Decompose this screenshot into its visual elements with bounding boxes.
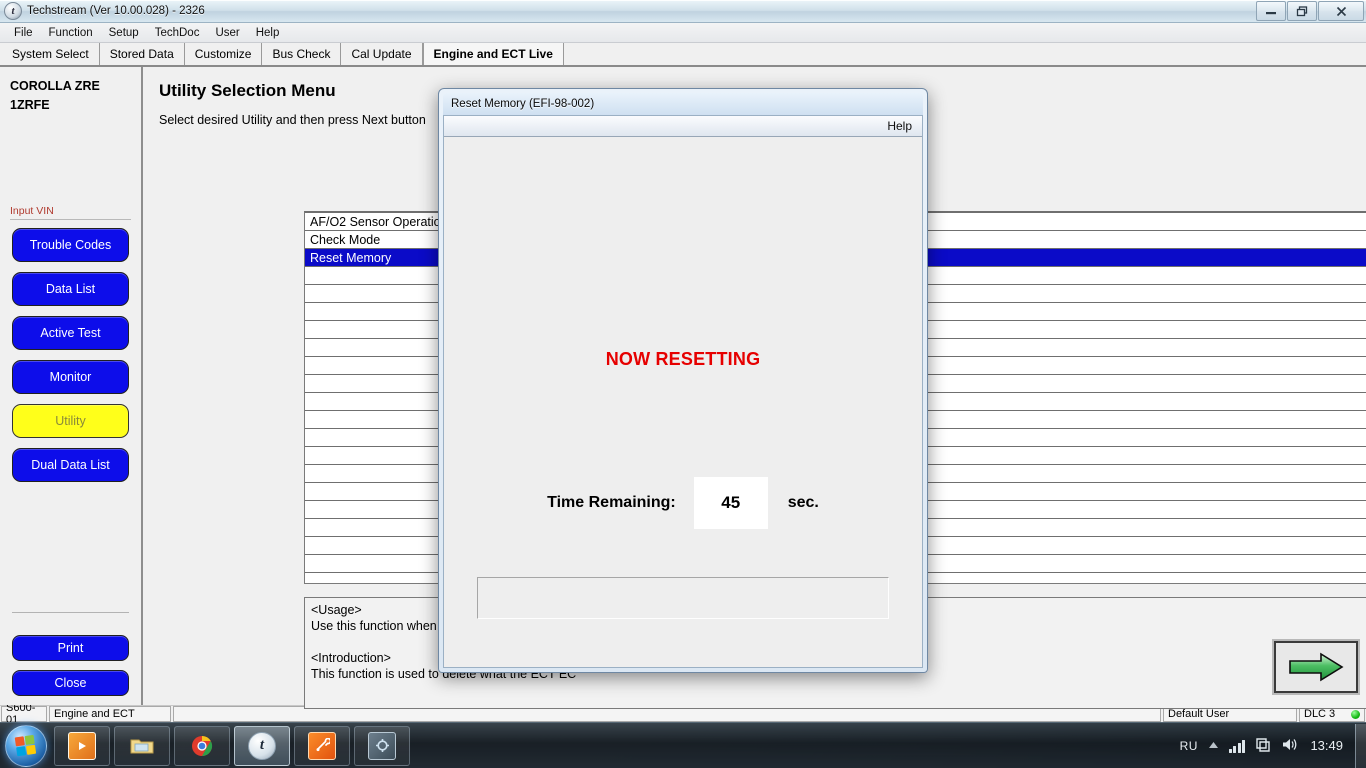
taskbar-item-media-player[interactable] <box>54 725 110 766</box>
sidebar-button-print[interactable]: Print <box>12 635 129 661</box>
time-remaining-label: Time Remaining: <box>547 494 676 511</box>
sidebar-divider <box>12 612 129 613</box>
sidebar-button-dual-data-list[interactable]: Dual Data List <box>12 448 129 482</box>
close-button[interactable] <box>1318 1 1364 21</box>
dialog-help-link[interactable]: Help <box>887 119 912 133</box>
show-desktop-button[interactable] <box>1355 723 1366 768</box>
menu-item-function[interactable]: Function <box>41 26 101 40</box>
time-remaining-unit: sec. <box>787 494 819 511</box>
tab-bus-check[interactable]: Bus Check <box>262 43 342 65</box>
tab-customize[interactable]: Customize <box>184 43 263 65</box>
dialog-body: NOW RESETTING Time Remaining: 45 sec. <box>444 137 922 667</box>
signal-bars-icon[interactable] <box>1228 739 1246 753</box>
next-button[interactable] <box>1274 641 1358 693</box>
blue-tool-icon <box>368 731 396 760</box>
vehicle-model-line2: 1ZRFE <box>10 98 50 112</box>
sidebar-button-active-test[interactable]: Active Test <box>12 316 129 350</box>
taskbar-item-orange-tool[interactable] <box>294 725 350 766</box>
tab-cal-update[interactable]: Cal Update <box>341 43 423 65</box>
dialog-inner-panel: Help NOW RESETTING Time Remaining: 45 se… <box>443 115 923 668</box>
chrome-icon <box>189 733 215 759</box>
window-controls <box>1256 1 1364 21</box>
restore-button[interactable] <box>1287 1 1317 21</box>
orange-tool-icon <box>308 731 336 760</box>
action-center-flag-icon[interactable] <box>1255 737 1271 755</box>
tab-engine-and-ect-live[interactable]: Engine and ECT Live <box>422 43 564 65</box>
menu-item-user[interactable]: User <box>207 26 247 40</box>
language-indicator[interactable]: RU <box>1180 739 1198 753</box>
sidebar-button-utility[interactable]: Utility <box>12 404 129 438</box>
tab-system-select[interactable]: System Select <box>2 43 100 65</box>
time-remaining-row: Time Remaining: 45 sec. <box>444 477 922 529</box>
clock[interactable]: 13:49 <box>1310 738 1343 753</box>
status-code: S600-01 <box>1 702 47 726</box>
taskbar-item-blue-tool[interactable] <box>354 725 410 766</box>
time-remaining-value: 45 <box>693 477 768 529</box>
techstream-icon: t <box>248 731 276 760</box>
sidebar-button-close[interactable]: Close <box>12 670 129 696</box>
vin-divider <box>10 219 131 220</box>
windows-taskbar: t RU 13:49 <box>0 722 1366 768</box>
menu-item-help[interactable]: Help <box>248 26 288 40</box>
progress-bar <box>477 577 889 619</box>
reset-status-text: NOW RESETTING <box>605 349 761 369</box>
taskbar-item-techstream[interactable]: t <box>234 725 290 766</box>
taskbar-item-file-explorer[interactable] <box>114 725 170 766</box>
dialog-title: Reset Memory (EFI-98-002) <box>443 93 923 115</box>
status-dlc-label: DLC 3 <box>1304 708 1336 720</box>
sidebar-button-data-list[interactable]: Data List <box>12 272 129 306</box>
show-hidden-icons-icon[interactable] <box>1208 741 1219 751</box>
tab-stored-data[interactable]: Stored Data <box>99 43 185 65</box>
sidebar-button-monitor[interactable]: Monitor <box>12 360 129 394</box>
system-tray: RU 13:49 <box>1180 737 1349 755</box>
techstream-icon: t <box>4 2 22 20</box>
tab-bar: System Select Stored Data Customize Bus … <box>0 43 1366 67</box>
next-arrow-icon <box>1289 652 1344 682</box>
window-titlebar: t Techstream (Ver 10.00.028) - 2326 <box>0 0 1366 23</box>
file-explorer-icon <box>129 733 155 759</box>
taskbar-item-chrome[interactable] <box>174 725 230 766</box>
dialog-help-bar: Help <box>444 116 922 137</box>
media-player-icon <box>68 731 96 760</box>
sidebar: COROLLA ZRE 1ZRFE Input VIN Trouble Code… <box>0 67 143 705</box>
windows-flag-icon <box>14 734 38 757</box>
menu-item-file[interactable]: File <box>6 26 41 40</box>
menu-item-techdoc[interactable]: TechDoc <box>147 26 208 40</box>
sidebar-button-trouble-codes[interactable]: Trouble Codes <box>12 228 129 262</box>
status-system-name: Engine and ECT <box>49 706 171 722</box>
reset-memory-dialog: Reset Memory (EFI-98-002) Help NOW RESET… <box>438 88 928 673</box>
minimize-button[interactable] <box>1256 1 1286 21</box>
input-vin-label[interactable]: Input VIN <box>0 205 141 217</box>
menu-bar: File Function Setup TechDoc User Help <box>0 23 1366 43</box>
window-title: Techstream (Ver 10.00.028) - 2326 <box>27 5 205 17</box>
vehicle-model-line1: COROLLA ZRE <box>10 79 100 93</box>
start-button[interactable] <box>2 724 50 767</box>
menu-item-setup[interactable]: Setup <box>101 26 147 40</box>
speaker-icon[interactable] <box>1281 737 1298 755</box>
connection-status-indicator <box>1351 709 1360 719</box>
windows-logo-icon <box>5 724 47 767</box>
